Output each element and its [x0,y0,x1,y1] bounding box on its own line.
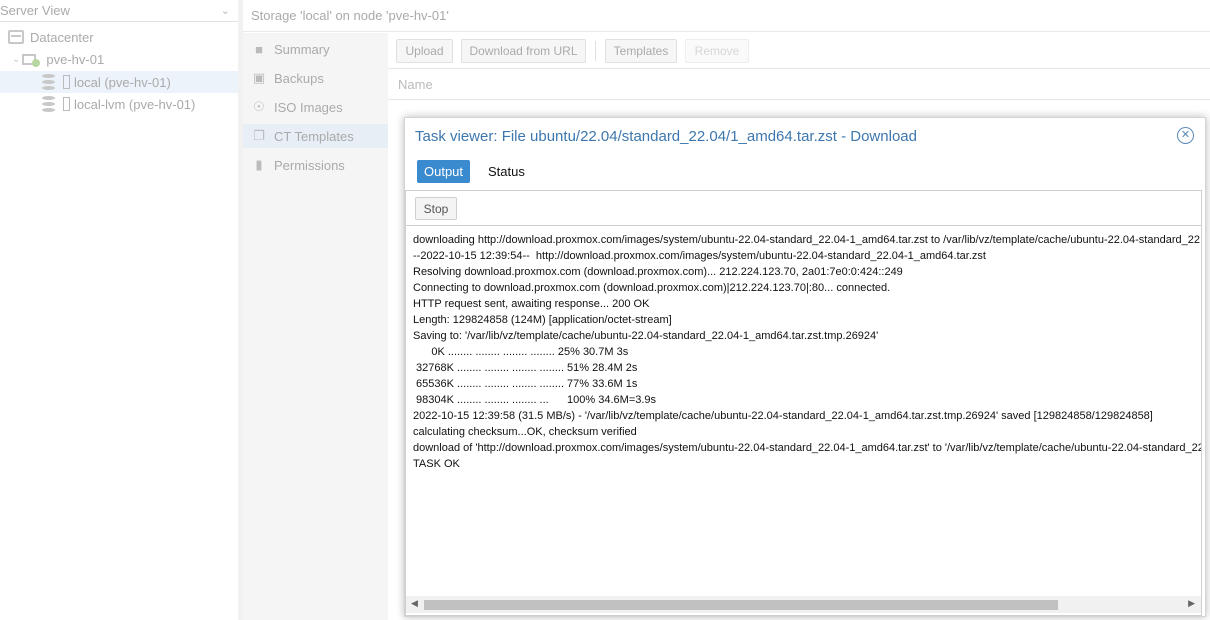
storage-icon [42,74,55,90]
log-line: HTTP request sent, awaiting response... … [413,298,650,310]
log-line: 65536K ........ ........ ........ ......… [413,378,638,390]
nav-item-backups[interactable]: ▣ Backups [243,66,388,90]
scrollbar-thumb[interactable] [424,600,1058,610]
nav-item-label: Summary [274,41,330,57]
log-line: Length: 129824858 (124M) [application/oc… [413,314,672,326]
close-icon[interactable]: ✕ [1177,127,1194,144]
chevron-down-icon[interactable]: ⌄ [221,4,230,17]
tree-item-label: local-lvm (pve-hv-01) [74,96,196,112]
node-icon [22,52,41,67]
unlock-icon: ▮ [255,157,263,172]
task-log[interactable]: downloading http://download.proxmox.com/… [406,227,1201,595]
file-icon [63,75,70,89]
log-line: TASK OK [413,458,460,470]
log-line: calculating checksum...OK, checksum veri… [413,426,637,438]
resource-tree: Server View ⌄ Datacenter ⌄ pve-hv-01 loc… [0,0,238,620]
output-toolbar: Stop [406,191,1201,226]
task-viewer-window: Task viewer: File ubuntu/22.04/standard_… [404,117,1206,617]
log-line: --2022-10-15 12:39:54-- http://download.… [413,250,986,262]
log-line: 2022-10-15 12:39:58 (31.5 MB/s) - '/var/… [413,410,1153,422]
horizontal-scrollbar[interactable]: ◀ ▶ [406,596,1201,613]
storage-toolbar: Upload Download from URL Templates Remov… [388,33,1210,69]
log-line: Resolving download.proxmox.com (download… [413,266,903,278]
scroll-right-icon[interactable]: ▶ [1188,598,1195,609]
storage-nav: ■ Summary ▣ Backups ☉ ISO Images ❐ CT Te… [243,33,388,620]
download-from-url-button[interactable]: Download from URL [461,39,586,63]
tree-item-label: Datacenter [30,29,94,45]
log-line: downloading http://download.proxmox.com/… [413,234,1201,246]
tree-item-label: local (pve-hv-01) [74,74,171,90]
scroll-left-icon[interactable]: ◀ [411,598,418,609]
window-header[interactable]: Task viewer: File ubuntu/22.04/standard_… [405,118,1205,154]
log-line: 32768K ........ ........ ........ ......… [413,362,638,374]
column-header-name[interactable]: Name [388,70,1210,100]
log-line: download of 'http://download.proxmox.com… [413,442,1201,454]
tree-item-node[interactable]: ⌄ pve-hv-01 [0,48,238,70]
tree-item-storage-local-lvm[interactable]: local-lvm (pve-hv-01) [0,93,238,115]
tree-item-label: pve-hv-01 [46,51,105,67]
nav-item-label: ISO Images [274,99,343,115]
stop-button[interactable]: Stop [415,197,457,220]
file-icon [63,97,70,111]
view-selector[interactable]: Server View ⌄ [0,0,238,22]
tree-item-storage-local[interactable]: local (pve-hv-01) [0,71,238,93]
log-line: Saving to: '/var/lib/vz/template/cache/u… [413,330,879,342]
log-line: Connecting to download.proxmox.com (down… [413,282,891,294]
log-line: 0K ........ ........ ........ ........ 2… [413,346,629,358]
output-panel: Stop downloading http://download.proxmox… [405,190,1202,616]
view-selector-label: Server View [0,3,70,18]
tree-item-datacenter[interactable]: Datacenter [0,26,238,48]
nav-item-label: Permissions [274,157,345,173]
storage-icon [42,96,55,112]
nav-item-label: CT Templates [274,128,354,144]
book-icon: ■ [255,41,263,57]
window-title: Task viewer: File ubuntu/22.04/standard_… [415,127,917,145]
template-icon: ❐ [253,128,265,143]
log-line: 98304K ........ ........ ........ ... 10… [413,394,657,406]
tab-status[interactable]: Status [481,160,532,183]
remove-button[interactable]: Remove [685,39,749,63]
nav-item-permissions[interactable]: ▮ Permissions [243,153,388,177]
toolbar-separator [595,41,596,61]
nav-item-iso-images[interactable]: ☉ ISO Images [243,95,388,119]
disc-icon: ☉ [253,99,265,114]
page-title: Storage 'local' on node 'pve-hv-01' [243,0,1210,32]
floppy-icon: ▣ [252,70,266,85]
templates-button[interactable]: Templates [605,39,677,63]
nav-item-summary[interactable]: ■ Summary [243,37,388,61]
nav-item-label: Backups [274,70,324,86]
task-tabs: Output Status [405,154,1205,190]
datacenter-icon [8,30,24,44]
nav-item-ct-templates[interactable]: ❐ CT Templates [243,124,388,148]
tab-output[interactable]: Output [417,160,471,183]
upload-button[interactable]: Upload [396,39,453,63]
collapse-icon[interactable]: ⌄ [12,54,20,65]
